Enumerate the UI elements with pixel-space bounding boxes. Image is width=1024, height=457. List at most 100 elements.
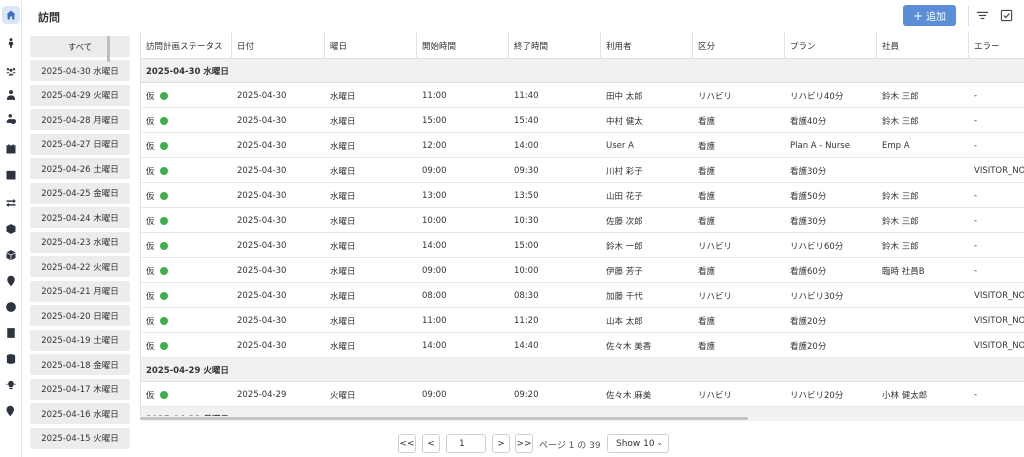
rail-user-badge-button[interactable] — [2, 86, 20, 104]
date-filter-item[interactable]: 2025-04-25 金曜日 — [30, 182, 130, 204]
date-filter-item[interactable]: 2025-04-23 水曜日 — [30, 231, 130, 253]
checkbox-select-icon[interactable] — [1000, 9, 1013, 22]
table-cell — [877, 308, 969, 333]
table-cell: VISITOR_NO — [974, 340, 1024, 351]
table-cell: 火曜日 — [330, 390, 356, 401]
column-header[interactable]: 日付 — [232, 32, 325, 59]
table-cell: 看護 — [698, 341, 716, 352]
date-filter-item[interactable]: 2025-04-17 木曜日 — [30, 378, 130, 400]
date-list-scrollbar[interactable] — [107, 36, 110, 62]
table-cell: 12:00 — [422, 140, 447, 151]
table-row[interactable]: 仮 2025-04-30 水曜日 09:00 10:00 伊藤 芳子 看護 看護60分 臨時 社… — [141, 258, 1024, 283]
status-cell: 仮 — [141, 333, 232, 358]
date-group-row: 2025-04-30 水曜日 — [141, 59, 1024, 83]
rail-lightbulb-button[interactable] — [2, 376, 20, 394]
last-page-button[interactable]: >> — [515, 434, 533, 453]
table-row[interactable]: 仮 2025-04-30 水曜日 10:00 10:30 佐藤 次郎 看護 看護30分 鈴木 三… — [141, 208, 1024, 233]
table-cell: 2025-04-30 — [237, 140, 287, 151]
table-cell: 2025-04-30 — [237, 165, 287, 176]
table-cell: リハビリ — [698, 241, 733, 252]
table-cell: 看護 — [698, 316, 716, 327]
table-row[interactable]: 仮 2025-04-30 水曜日 11:00 11:40 田中 太郎 リハビリ リハビリ40分… — [141, 83, 1024, 108]
date-filter-item[interactable]: 2025-04-16 水曜日 — [30, 403, 130, 424]
page-number-input[interactable]: 1 — [446, 434, 486, 453]
column-header[interactable]: 区分 — [693, 32, 785, 59]
table-row[interactable]: 仮 2025-04-30 水曜日 14:00 15:00 鈴木 一郎 リハビリ リハビリ60分… — [141, 233, 1024, 258]
rail-calendar-alt-button[interactable] — [2, 166, 20, 184]
column-header[interactable]: 利用者 — [601, 32, 693, 59]
column-header[interactable]: 訪問計画ステータス — [141, 32, 232, 59]
column-header[interactable]: プラン — [785, 32, 877, 59]
table-cell: - — [974, 240, 978, 251]
table-cell: 水曜日 — [330, 166, 356, 177]
date-filter-item[interactable]: 2025-04-18 金曜日 — [30, 354, 130, 375]
status-dot-icon — [159, 266, 168, 275]
table-cell: 15:00 — [422, 115, 447, 126]
table-row[interactable]: 仮 2025-04-30 水曜日 12:00 14:00 User A 看護 Plan A -… — [141, 133, 1024, 158]
table-cell: 09:30 — [514, 165, 539, 176]
status-dot-icon — [159, 216, 168, 225]
table-row[interactable]: 仮 2025-04-30 水曜日 14:00 14:40 佐々木 美香 看護 看護20分 VIS… — [141, 333, 1024, 358]
table-cell: 11:20 — [514, 315, 539, 326]
date-filter-item[interactable]: 2025-04-15 火曜日 — [30, 427, 130, 449]
status-dot-icon — [159, 166, 168, 175]
date-filter-item[interactable]: 2025-04-27 日曜日 — [30, 133, 130, 155]
table-cell: 09:00 — [422, 165, 447, 176]
rail-group-button[interactable] — [2, 62, 20, 80]
rail-home-button[interactable] — [2, 6, 20, 24]
table-cell: 山本 太郎 — [606, 316, 643, 327]
rail-user-shield-button[interactable] — [2, 110, 20, 128]
header-divider — [968, 6, 969, 26]
scrollbar-thumb[interactable] — [140, 417, 748, 420]
rail-calendar-button[interactable] — [2, 140, 20, 158]
table-cell: 11:00 — [422, 90, 447, 101]
table-cell: 鈴木 三郎 — [882, 191, 919, 202]
rail-cube-button[interactable] — [2, 220, 20, 238]
rail-person-button[interactable] — [2, 34, 20, 52]
table-horizontal-scrollbar[interactable] — [140, 416, 1024, 421]
column-header[interactable]: 社員 — [877, 32, 969, 59]
rail-location-button[interactable] — [2, 272, 20, 290]
page-size-select[interactable]: Show 10 ⌄ — [607, 434, 669, 453]
column-header[interactable]: エラー — [969, 32, 1024, 59]
filter-icon[interactable] — [976, 9, 989, 22]
first-page-button[interactable]: << — [398, 434, 416, 453]
date-filter-item[interactable]: 2025-04-28 月曜日 — [30, 109, 130, 130]
date-filter-all[interactable]: すべて — [30, 36, 130, 57]
table-cell: 川村 彩子 — [606, 166, 643, 177]
rail-report-button[interactable] — [2, 324, 20, 342]
date-filter-item[interactable]: 2025-04-24 木曜日 — [30, 207, 130, 228]
next-page-button[interactable]: > — [492, 434, 510, 453]
table-row[interactable]: 仮 2025-04-30 水曜日 13:00 13:50 山田 花子 看護 看護50分 鈴木 三… — [141, 183, 1024, 208]
table-row[interactable]: 仮 2025-04-30 水曜日 11:00 11:20 山本 太郎 看護 看護20分 VISI… — [141, 308, 1024, 333]
prev-page-button[interactable]: < — [422, 434, 440, 453]
date-filter-item[interactable]: 2025-04-26 土曜日 — [30, 158, 130, 179]
table-row[interactable]: 仮 2025-04-30 水曜日 15:00 15:40 中村 健太 看護 看護40分 鈴木 三… — [141, 108, 1024, 133]
date-filter-item[interactable]: 2025-04-30 水曜日 — [30, 60, 130, 81]
date-filter-item[interactable]: 2025-04-19 土曜日 — [30, 329, 130, 351]
rail-map-pin-gear-button[interactable] — [2, 402, 20, 420]
date-filter-item[interactable]: 2025-04-22 火曜日 — [30, 256, 130, 277]
table-cell: 2025-04-30 — [237, 290, 287, 301]
table-cell: 15:40 — [514, 115, 539, 126]
rail-transfer-button[interactable] — [2, 194, 20, 212]
column-header[interactable]: 曜日 — [325, 32, 417, 59]
add-button[interactable]: + 追加 — [903, 5, 956, 26]
table-cell: 田中 太郎 — [606, 91, 643, 102]
status-cell: 仮 — [141, 382, 232, 407]
table-row[interactable]: 仮 2025-04-29 火曜日 09:00 09:20 佐々木 麻美 リハビリ リハビリ20… — [141, 382, 1024, 407]
date-filter-item[interactable]: 2025-04-21 月曜日 — [30, 280, 130, 302]
status-label: 仮 — [146, 241, 155, 252]
rail-cube-alt-button[interactable] — [2, 246, 20, 264]
rail-clock-button[interactable] — [2, 298, 20, 316]
rail-database-button[interactable] — [2, 350, 20, 368]
table-row[interactable]: 仮 2025-04-30 水曜日 08:00 08:30 加藤 千代 リハビリ リハビリ30分… — [141, 283, 1024, 308]
table-cell: 水曜日 — [330, 316, 356, 327]
table-cell: リハビリ — [698, 91, 733, 102]
date-filter-item[interactable]: 2025-04-29 火曜日 — [30, 84, 130, 106]
column-header[interactable]: 開始時間 — [417, 32, 509, 59]
table-row[interactable]: 仮 2025-04-30 水曜日 09:00 09:30 川村 彩子 看護 看護30分 VISI… — [141, 158, 1024, 183]
column-header[interactable]: 終了時間 — [509, 32, 601, 59]
date-filter-item[interactable]: 2025-04-20 日曜日 — [30, 305, 130, 326]
table-cell: 09:00 — [422, 265, 447, 276]
